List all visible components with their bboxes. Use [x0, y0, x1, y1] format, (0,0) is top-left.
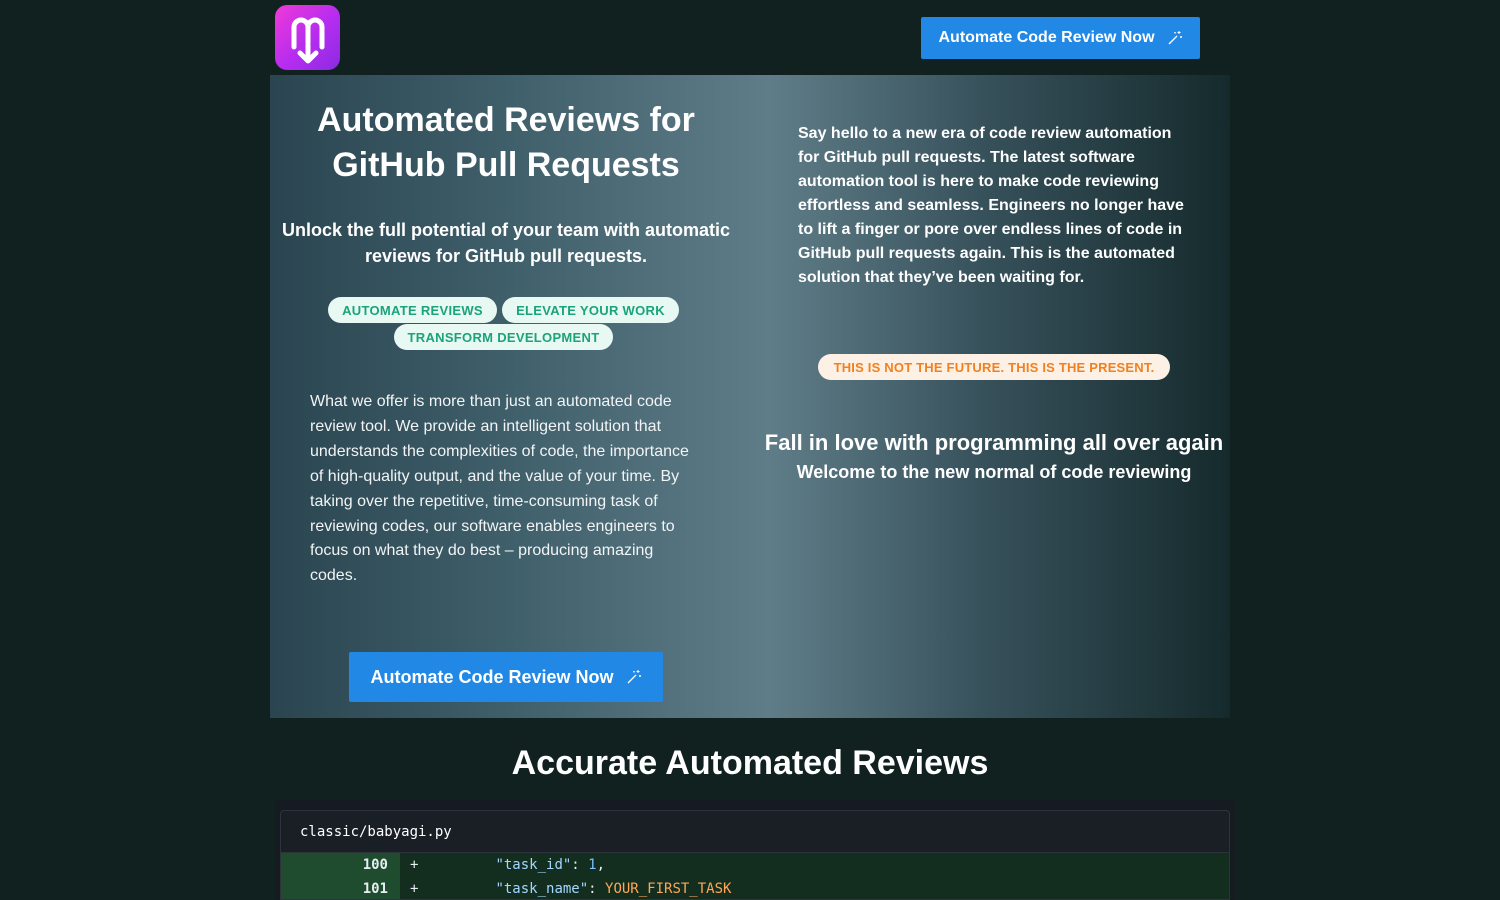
automate-code-review-button[interactable]: Automate Code Review Now [921, 17, 1200, 59]
code-tail: , [596, 857, 606, 873]
pill-automate-reviews: AUTOMATE REVIEWS [328, 297, 497, 323]
pill-elevate-your-work: ELEVATE YOUR WORK [502, 297, 679, 323]
hero-subtitle: Unlock the full potential of your team w… [281, 220, 731, 266]
love-heading: Fall in love with programming all over a… [764, 430, 1224, 455]
code-key: "task_id" [495, 857, 572, 873]
diff-line: 101 + "task_name": YOUR_FIRST_TASK [281, 877, 1229, 899]
code-value: YOUR_FIRST_TASK [605, 881, 732, 897]
code-content: "task_name": YOUR_FIRST_TASK [428, 877, 732, 899]
logo[interactable] [275, 5, 340, 70]
hero-automate-code-review-button[interactable]: Automate Code Review Now [349, 652, 663, 702]
hero-title: Automated Reviews for GitHub Pull Reques… [317, 101, 695, 184]
diff-line: 100 + "task_id": 1, [281, 853, 1229, 877]
offer-text: What we offer is more than just an autom… [310, 393, 689, 585]
diff-sign: + [410, 857, 419, 873]
line-number: 100 [281, 853, 400, 877]
intro-text: Say hello to a new era of code review au… [798, 125, 1184, 286]
pill-transform-development: TRANSFORM DEVELOPMENT [394, 324, 613, 350]
button-label: Automate Code Review Now [938, 29, 1155, 46]
welcome-text: Welcome to the new normal of code review… [796, 462, 1192, 482]
logo-icon [291, 17, 324, 63]
magic-wand-icon [1168, 31, 1182, 45]
section-title: Accurate Automated Reviews [511, 744, 989, 782]
code-file-name: classic/babyagi.py [281, 811, 1229, 853]
present-badge: THIS IS NOT THE FUTURE. THIS IS THE PRES… [818, 354, 1170, 380]
code-key: "task_name" [495, 881, 589, 897]
diff-sign: + [410, 881, 419, 897]
code-separator: : [571, 857, 589, 873]
code-separator: : [588, 881, 606, 897]
code-value: 1 [588, 857, 597, 873]
button-label: Automate Code Review Now [370, 666, 614, 687]
code-content: "task_id": 1, [428, 853, 605, 877]
line-number: 101 [281, 877, 400, 899]
magic-wand-icon [627, 670, 641, 684]
code-diff-box: classic/babyagi.py 100 + "task_id": 1, 1… [280, 810, 1230, 900]
